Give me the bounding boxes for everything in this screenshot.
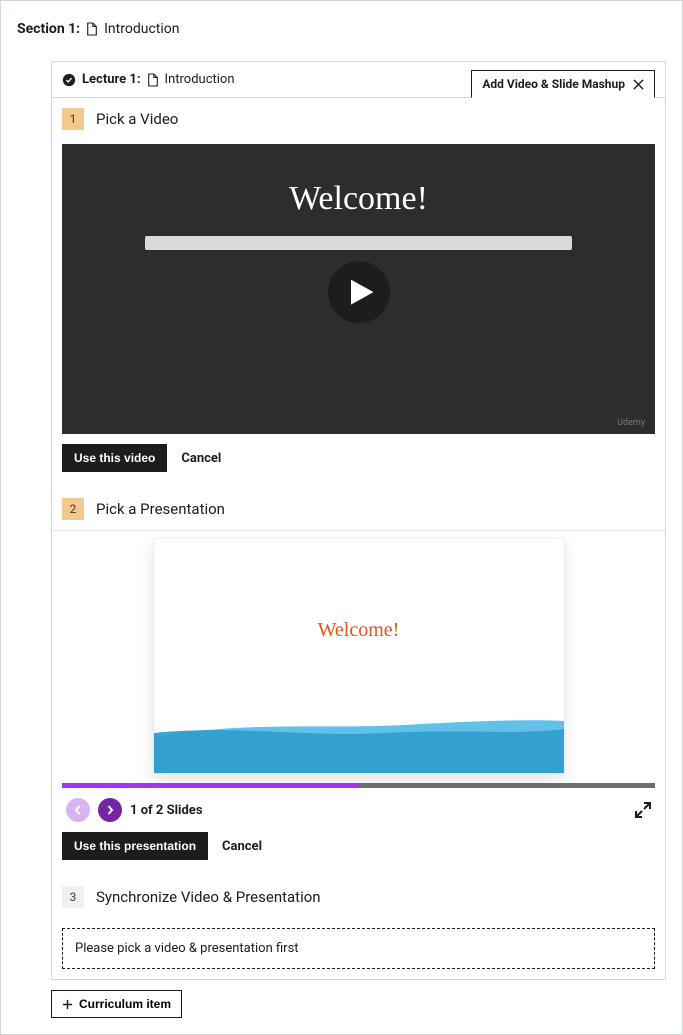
- step-1-header: 1 Pick a Video: [52, 98, 665, 140]
- document-icon: [147, 73, 159, 87]
- cancel-presentation-button[interactable]: Cancel: [222, 839, 262, 854]
- lecture-name: Introduction: [165, 72, 235, 87]
- mashup-tab[interactable]: Add Video & Slide Mashup: [471, 70, 655, 98]
- document-icon: [86, 22, 98, 36]
- curriculum-editor: Section 1: Introduction Lecture 1: Intro…: [0, 0, 683, 1035]
- close-icon[interactable]: [633, 79, 644, 90]
- lecture-header: Lecture 1: Introduction Add Video & Slid…: [52, 62, 665, 98]
- slide-controls: 1 of 2 Slides: [52, 788, 665, 822]
- chevron-left-icon: [73, 805, 83, 815]
- use-presentation-button[interactable]: Use this presentation: [62, 832, 208, 860]
- slide-title: Welcome!: [318, 619, 400, 642]
- video-preview[interactable]: Welcome! Udemy: [62, 144, 655, 434]
- slide-preview[interactable]: Welcome!: [154, 539, 564, 773]
- expand-icon[interactable]: [635, 802, 651, 818]
- play-icon: [346, 277, 376, 307]
- plus-icon: [62, 999, 73, 1010]
- lecture-box: Lecture 1: Introduction Add Video & Slid…: [51, 61, 666, 980]
- slide-counter: 1 of 2 Slides: [130, 803, 203, 818]
- mashup-label: Add Video & Slide Mashup: [482, 77, 625, 91]
- section-label: Section 1:: [17, 21, 80, 37]
- video-title: Welcome!: [289, 180, 428, 218]
- slide-wave-graphic: [154, 715, 564, 773]
- next-slide-button[interactable]: [98, 798, 122, 822]
- step-2-actions: Use this presentation Cancel: [52, 822, 665, 876]
- chevron-right-icon: [105, 805, 115, 815]
- slide-progress-track[interactable]: [62, 783, 655, 788]
- step-3-title: Synchronize Video & Presentation: [96, 888, 321, 906]
- step-3-header: 3 Synchronize Video & Presentation: [52, 876, 665, 918]
- step-number: 3: [62, 886, 84, 908]
- step-1-actions: Use this video Cancel: [52, 434, 665, 488]
- lecture-label: Lecture 1:: [82, 72, 141, 87]
- video-progress-bar: [145, 236, 572, 250]
- presentation-area: Welcome!: [52, 531, 665, 783]
- step-2-title: Pick a Presentation: [96, 500, 225, 518]
- step-1-title: Pick a Video: [96, 110, 178, 128]
- cancel-video-button[interactable]: Cancel: [181, 451, 221, 466]
- curriculum-btn-label: Curriculum item: [79, 997, 171, 1011]
- step-2-header: 2 Pick a Presentation: [52, 488, 665, 531]
- prev-slide-button[interactable]: [66, 798, 90, 822]
- use-video-button[interactable]: Use this video: [62, 444, 167, 472]
- play-button[interactable]: [328, 261, 390, 323]
- lecture-title: Lecture 1: Introduction: [62, 72, 235, 87]
- slide-stage: Welcome!: [62, 535, 655, 783]
- section-header: Section 1: Introduction: [17, 21, 666, 37]
- section-name: Introduction: [104, 21, 179, 37]
- step-number: 2: [62, 498, 84, 520]
- add-curriculum-item-button[interactable]: Curriculum item: [51, 990, 182, 1018]
- slide-progress-fill: [62, 783, 359, 788]
- step-number: 1: [62, 108, 84, 130]
- sync-message: Please pick a video & presentation first: [62, 928, 655, 969]
- slide-nav-group: 1 of 2 Slides: [66, 798, 203, 822]
- watermark: Udemy: [617, 418, 645, 428]
- check-circle-icon: [62, 73, 76, 87]
